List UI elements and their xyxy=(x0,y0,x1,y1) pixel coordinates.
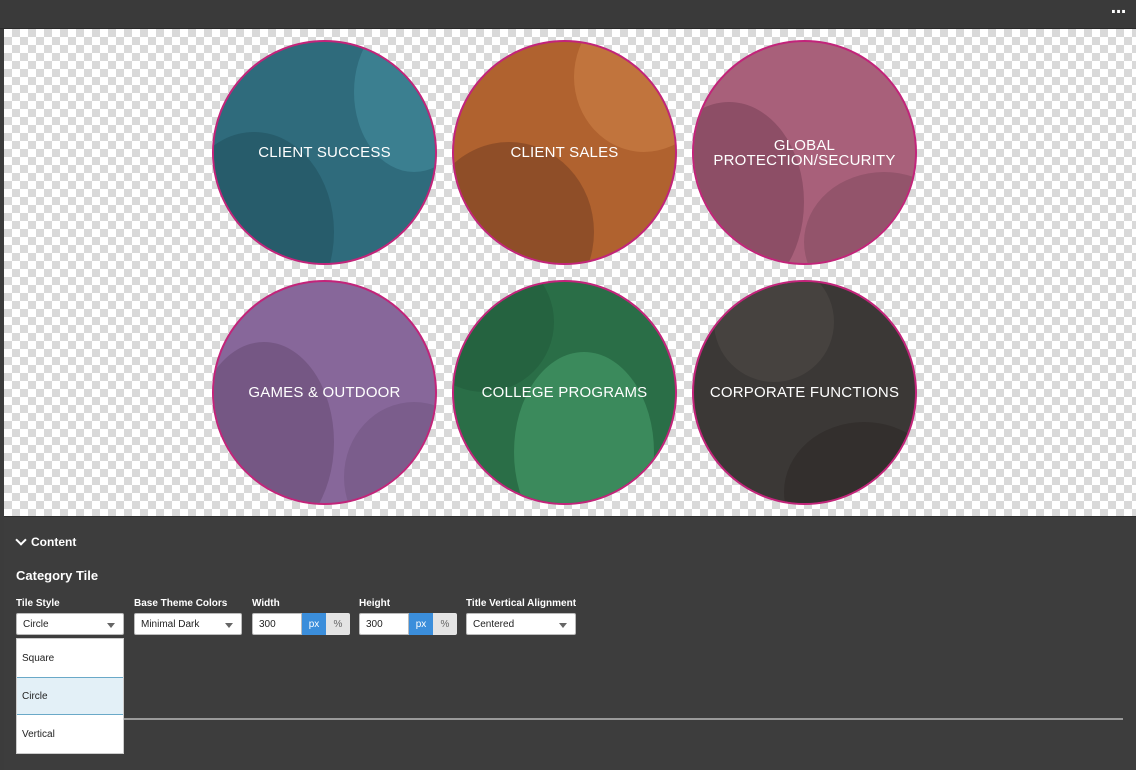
tile-title: CLIENT SALES xyxy=(510,144,619,161)
height-field: px % xyxy=(359,613,457,635)
caret-down-icon xyxy=(225,623,233,628)
chevron-down-icon xyxy=(15,534,27,546)
width-unit-px[interactable]: px xyxy=(302,613,326,635)
base-theme-value: Minimal Dark xyxy=(141,619,200,630)
tile-title: GLOBAL PROTECTION/SECURITY xyxy=(713,136,896,169)
tile-title: COLLEGE PROGRAMS xyxy=(481,384,648,401)
more-horizontal-icon[interactable]: ··· xyxy=(1108,4,1128,23)
tile-college-programs[interactable]: COLLEGE PROGRAMS xyxy=(452,280,677,505)
title-alignment-select[interactable]: Centered xyxy=(466,613,576,635)
tile-style-label: Tile Style xyxy=(16,598,60,609)
tile-global-protection-security[interactable]: GLOBAL PROTECTION/SECURITY xyxy=(692,40,917,265)
tile-style-value: Circle xyxy=(23,619,49,630)
title-alignment-value: Centered xyxy=(473,619,515,630)
tile-style-dropdown: Square Circle Vertical xyxy=(16,638,124,754)
base-theme-label: Base Theme Colors xyxy=(134,598,228,609)
tile-client-success[interactable]: CLIENT SUCCESS xyxy=(212,40,437,265)
title-alignment-label: Title Vertical Alignment xyxy=(466,598,577,609)
section-label: Content xyxy=(31,535,77,549)
tile-client-sales[interactable]: CLIENT SALES xyxy=(452,40,677,265)
tile-title: CLIENT SUCCESS xyxy=(258,144,391,161)
option-vertical[interactable]: Vertical xyxy=(17,715,123,753)
height-unit-percent[interactable]: % xyxy=(433,613,457,635)
base-theme-select[interactable]: Minimal Dark xyxy=(134,613,242,635)
tile-title: GAMES & OUTDOOR xyxy=(248,384,401,401)
preview-canvas: CLIENT SUCCESS CLIENT SALES GLOBAL PROTE… xyxy=(4,29,1136,516)
divider xyxy=(124,718,1123,720)
tile-title: CORPORATE FUNCTIONS xyxy=(709,384,900,401)
width-label: Width xyxy=(252,598,280,609)
caret-down-icon xyxy=(559,623,567,628)
height-input[interactable] xyxy=(359,613,409,635)
height-unit-px[interactable]: px xyxy=(409,613,433,635)
caret-down-icon xyxy=(107,623,115,628)
option-circle[interactable]: Circle xyxy=(17,677,123,715)
height-label: Height xyxy=(359,598,391,609)
top-toolbar: ··· xyxy=(0,0,1136,29)
width-unit-percent[interactable]: % xyxy=(326,613,350,635)
settings-panel: Content Category Tile Tile Style Circle … xyxy=(4,516,1136,770)
option-square[interactable]: Square xyxy=(17,639,123,677)
group-title: Category Tile xyxy=(16,568,99,583)
width-field: px % xyxy=(252,613,350,635)
width-input[interactable] xyxy=(252,613,302,635)
tile-style-select[interactable]: Circle xyxy=(16,613,124,635)
tile-games-outdoor[interactable]: GAMES & OUTDOOR xyxy=(212,280,437,505)
content-section-toggle[interactable]: Content xyxy=(15,534,77,549)
tile-corporate-functions[interactable]: CORPORATE FUNCTIONS xyxy=(692,280,917,505)
